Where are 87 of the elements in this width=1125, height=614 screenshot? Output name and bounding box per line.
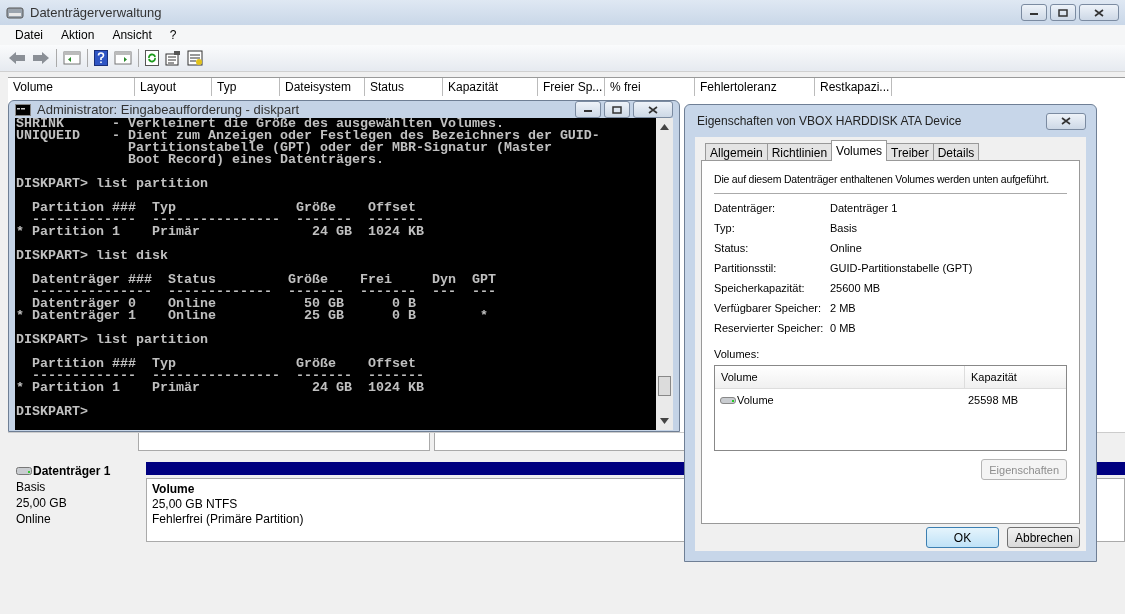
- column-header[interactable]: Kapazität: [965, 366, 1023, 388]
- property-value: 2 MB: [830, 302, 857, 314]
- partition-name: Volume: [152, 482, 195, 496]
- action-pane-icon[interactable]: [114, 51, 132, 65]
- minimize-button[interactable]: [575, 101, 601, 118]
- minimize-button[interactable]: [1021, 4, 1047, 21]
- property-label: Reservierter Speicher:: [714, 322, 825, 334]
- scrollbar[interactable]: [656, 118, 673, 430]
- property-value: Online: [830, 242, 863, 254]
- forward-arrow-icon[interactable]: [32, 51, 50, 65]
- console-line: * Datenträger 1 Online 25 GB 0 B *: [16, 310, 489, 322]
- console-line: DISKPART> list disk: [16, 250, 169, 262]
- disk-name: Datenträger 1: [33, 464, 111, 478]
- properties-icon[interactable]: [165, 50, 181, 66]
- property-label: Typ:: [714, 222, 736, 234]
- console-line: --------------- ------------- ------- ------- --- ---: [31, 286, 497, 298]
- property-label: Partitionsstil:: [714, 262, 778, 274]
- tab[interactable]: Details: [932, 143, 980, 161]
- volume-name[interactable]: Volume: [737, 394, 774, 406]
- property-label: Status:: [714, 242, 750, 254]
- menu-item[interactable]: Datei: [15, 28, 43, 42]
- partition-size: 25,00 GB NTFS: [152, 497, 238, 511]
- console-line: ------------- ---------------- ------- -------: [31, 370, 425, 382]
- property-value: 25600 MB: [830, 282, 882, 294]
- console-line: Partition ### Typ Größe Offset: [31, 202, 417, 214]
- disk-type: Basis: [16, 480, 47, 494]
- volumes-label: Volumes:: [714, 348, 761, 360]
- property-value: GUID-Partitionstabelle (GPT): [830, 262, 974, 274]
- console-line: DISKPART> list partition: [16, 334, 209, 346]
- close-button[interactable]: [633, 101, 673, 118]
- close-icon: [1061, 117, 1071, 125]
- tab[interactable]: Treiber: [886, 143, 934, 161]
- property-label: Speicherkapazität:: [714, 282, 806, 294]
- console-line: SHRINK - Verkleinert die Größe des ausgewählten Volumes.: [16, 118, 504, 130]
- console-line: Datenträger 0 Online 50 GB 0 B: [31, 298, 417, 310]
- disk-drive-icon: [16, 466, 32, 476]
- scroll-up-icon[interactable]: [660, 124, 669, 130]
- help-icon[interactable]: [94, 50, 108, 66]
- back-arrow-icon[interactable]: [8, 51, 26, 65]
- console-line: UNIQUEID - Dient zum Anzeigen oder Festlegen des Bezeichners der GUID-: [16, 130, 601, 142]
- scroll-thumb[interactable]: [658, 376, 671, 396]
- console-line: Datenträger ### Status Größe Frei Dyn GPT: [31, 274, 497, 286]
- refresh-icon[interactable]: [145, 50, 159, 66]
- disk-size: 25,00 GB: [16, 496, 68, 510]
- menu-item[interactable]: Aktion: [61, 28, 95, 42]
- console-tree-icon[interactable]: [63, 51, 81, 65]
- console-line: Partition ### Typ Größe Offset: [31, 358, 417, 370]
- maximize-button[interactable]: [1050, 4, 1076, 21]
- disk-drive-icon: [6, 4, 24, 21]
- property-label: Datenträger:: [714, 202, 777, 214]
- dialog-title: Eigenschaften von VBOX HARDDISK ATA Device: [697, 114, 963, 128]
- window-title: Administrator: Eingabeaufforderung - diskpart: [37, 102, 301, 117]
- volume-capacity: 25598 MB: [967, 394, 1019, 406]
- maximize-icon: [612, 105, 622, 114]
- console-line: DISKPART> list partition: [16, 178, 209, 190]
- close-button[interactable]: [1046, 112, 1086, 130]
- console-icon: [15, 103, 31, 116]
- partition-status: Fehlerfrei (Primäre Partition): [152, 512, 304, 526]
- property-value: Basis: [830, 222, 858, 234]
- close-icon: [1094, 8, 1104, 17]
- console-line: Partitionstabelle (GPT) oder der MBR-Signatur (Master: [126, 142, 553, 154]
- maximize-icon: [1058, 8, 1068, 17]
- disk-scan-icon[interactable]: [187, 50, 203, 66]
- console-line: * Partition 1 Primär 24 GB 1024 KB: [16, 226, 425, 238]
- ok-button[interactable]: OK: [926, 527, 999, 548]
- tab[interactable]: Volumes: [831, 140, 888, 161]
- description-text: Die auf diesem Datenträger enthaltenen Volumes werden unten aufgeführt.: [714, 173, 1050, 185]
- close-icon: [648, 105, 658, 114]
- property-value: 0 MB: [830, 322, 857, 334]
- maximize-button[interactable]: [604, 101, 630, 118]
- scroll-down-icon[interactable]: [660, 418, 669, 424]
- console-line: * Partition 1 Primär 24 GB 1024 KB: [16, 382, 425, 394]
- menu-item[interactable]: Ansicht: [112, 28, 152, 42]
- column-header[interactable]: Volume: [715, 366, 965, 388]
- property-value: Datenträger 1: [830, 202, 899, 214]
- console-line: DISKPART>: [16, 406, 89, 418]
- menu-item[interactable]: ?: [169, 28, 177, 42]
- cancel-button[interactable]: Abbrechen: [1007, 527, 1080, 548]
- drive-icon: [720, 395, 736, 405]
- console-line: Boot Record) eines Datenträgers.: [126, 154, 385, 166]
- property-label: Verfügbarer Speicher:: [714, 302, 822, 314]
- window-title: Datenträgerverwaltung: [30, 5, 163, 20]
- close-button[interactable]: [1079, 4, 1119, 21]
- tab[interactable]: Richtlinien: [766, 143, 833, 161]
- tab[interactable]: Allgemein: [705, 143, 768, 161]
- console-line: ------------- ---------------- ------- -------: [31, 214, 425, 226]
- disk-status: Online: [16, 512, 52, 526]
